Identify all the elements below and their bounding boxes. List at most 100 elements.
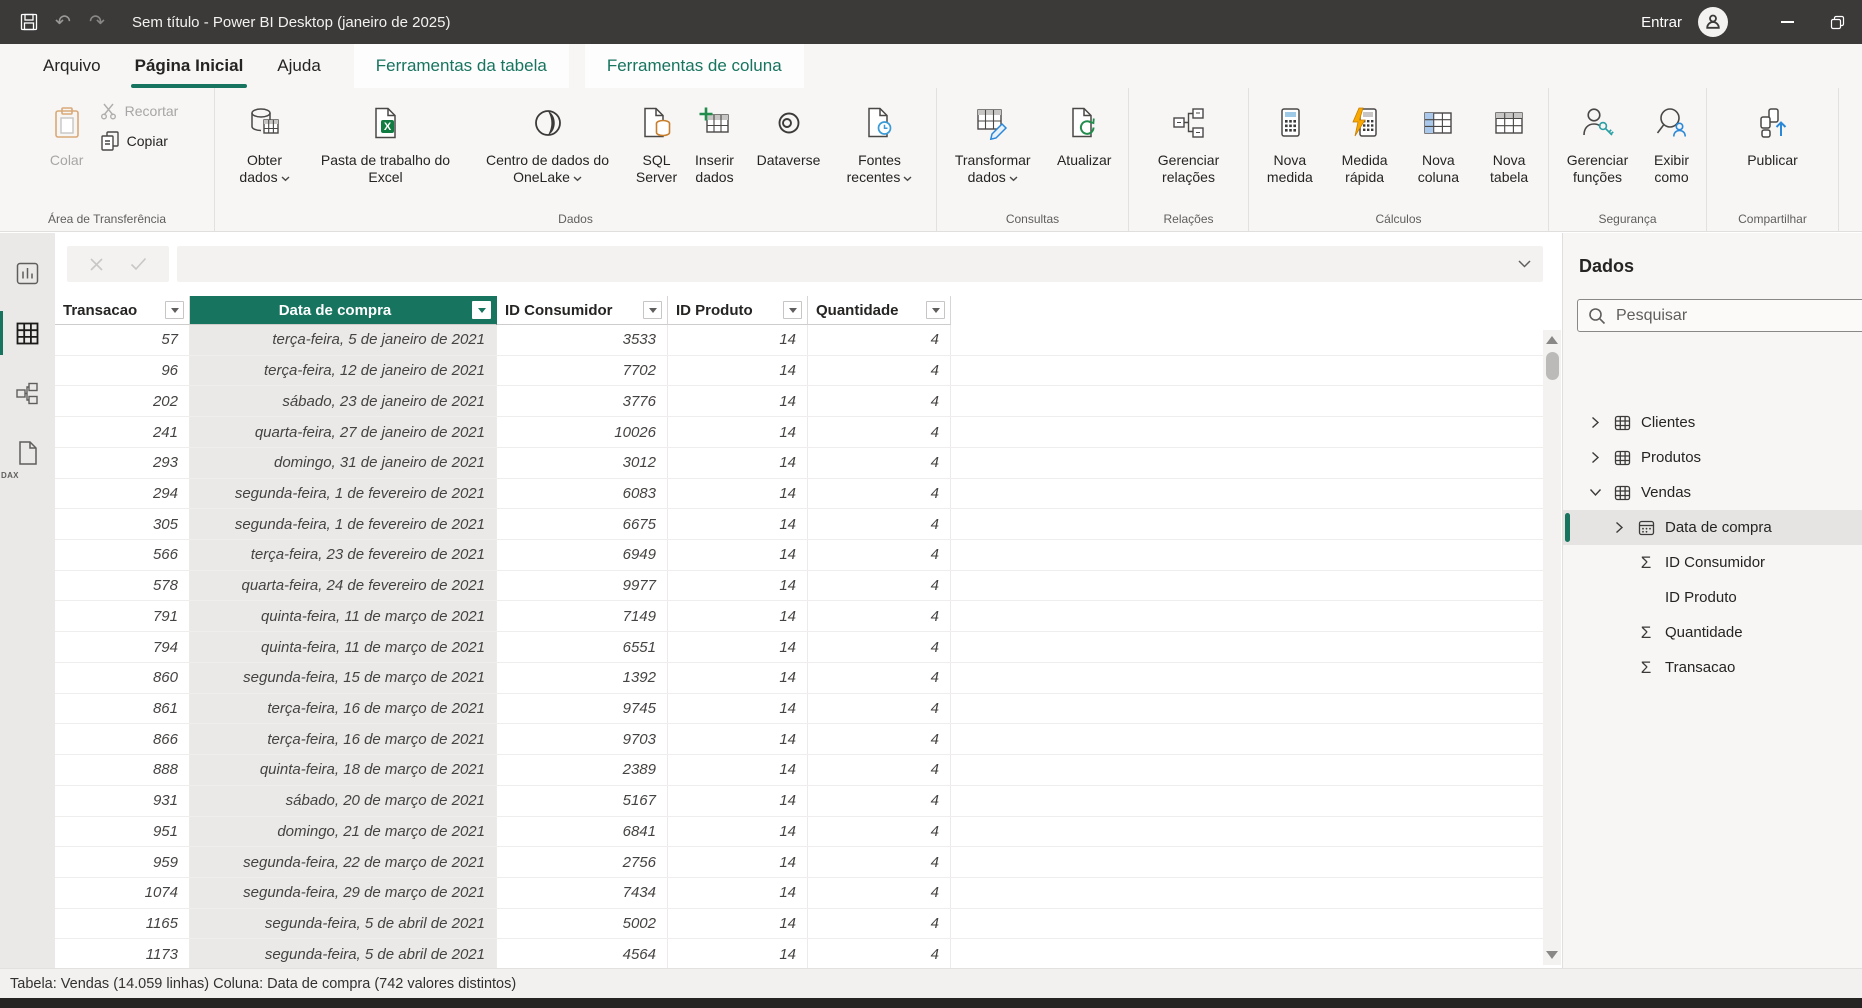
cell-id-consumidor[interactable]: 1392 (497, 662, 668, 693)
cell-data-de-compra[interactable]: segunda-feira, 5 de abril de 2021 (190, 908, 497, 939)
column-header-data-de-compra[interactable]: Data de compra (190, 296, 497, 325)
cell-quantidade[interactable]: 4 (808, 447, 951, 478)
cell-quantidade[interactable]: 4 (808, 601, 951, 632)
recent-sources-button[interactable]: Fontes recentes (834, 96, 926, 187)
cell-quantidade[interactable]: 4 (808, 662, 951, 693)
view-as-button[interactable]: Exibir como (1642, 96, 1702, 187)
cell-id-produto[interactable]: 14 (668, 355, 808, 386)
table-row[interactable]: 293 domingo, 31 de janeiro de 2021 3012 … (55, 447, 1543, 479)
filter-dropdown-button[interactable] (472, 301, 491, 319)
formula-input[interactable] (177, 246, 1543, 282)
manage-relationships-button[interactable]: Gerenciar relações (1141, 96, 1237, 187)
cell-id-consumidor[interactable]: 3533 (497, 325, 668, 355)
table-row[interactable]: 888 quinta-feira, 18 de março de 2021 23… (55, 755, 1543, 786)
cell-quantidade[interactable]: 4 (808, 509, 951, 540)
cell-id-produto[interactable]: 14 (668, 847, 808, 877)
cell-id-produto[interactable]: 14 (668, 755, 808, 785)
cell-quantidade[interactable]: 4 (808, 693, 951, 724)
cell-id-consumidor[interactable]: 6675 (497, 509, 668, 540)
dataverse-button[interactable]: Dataverse (744, 96, 834, 171)
table-row[interactable]: 1074 segunda-feira, 29 de março de 2021 … (55, 877, 1543, 909)
table-row[interactable]: 57 terça-feira, 5 de janeiro de 2021 353… (55, 325, 1543, 356)
search-input[interactable]: Pesquisar (1577, 299, 1862, 332)
cell-id-produto[interactable]: 14 (668, 478, 808, 509)
cell-data-de-compra[interactable]: segunda-feira, 5 de abril de 2021 (190, 939, 497, 968)
redo-button[interactable]: ↷ (80, 0, 114, 44)
cell-data-de-compra[interactable]: segunda-feira, 22 de março de 2021 (190, 847, 497, 877)
cell-quantidade[interactable]: 4 (808, 386, 951, 417)
cell-quantidade[interactable]: 4 (808, 785, 951, 816)
cut-button[interactable]: Recortar (100, 102, 178, 120)
cell-transacao[interactable]: 794 (55, 632, 190, 662)
cell-data-de-compra[interactable]: terça-feira, 16 de março de 2021 (190, 724, 497, 755)
chevron-right-icon[interactable] (1609, 521, 1629, 534)
table-row[interactable]: 931 sábado, 20 de março de 2021 5167 14 … (55, 785, 1543, 817)
cell-transacao[interactable]: 1165 (55, 908, 190, 939)
vertical-scrollbar[interactable] (1543, 330, 1561, 965)
cell-data-de-compra[interactable]: domingo, 31 de janeiro de 2021 (190, 447, 497, 478)
scroll-down-icon[interactable] (1546, 951, 1558, 959)
cell-id-produto[interactable]: 14 (668, 908, 808, 939)
cell-id-produto[interactable]: 14 (668, 386, 808, 417)
filter-dropdown-button[interactable] (783, 301, 802, 319)
cell-id-consumidor[interactable]: 3776 (497, 386, 668, 417)
cell-transacao[interactable]: 293 (55, 447, 190, 478)
cell-data-de-compra[interactable]: terça-feira, 23 de fevereiro de 2021 (190, 540, 497, 570)
filter-dropdown-button[interactable] (926, 301, 945, 319)
minimize-button[interactable] (1762, 0, 1812, 44)
field-item-data-de-compra[interactable]: Data de compra (1563, 510, 1862, 545)
cell-id-consumidor[interactable]: 2756 (497, 847, 668, 877)
table-row[interactable]: 305 segunda-feira, 1 de fevereiro de 202… (55, 509, 1543, 541)
save-button[interactable] (12, 0, 46, 44)
table-row[interactable]: 241 quarta-feira, 27 de janeiro de 2021 … (55, 417, 1543, 448)
cell-id-consumidor[interactable]: 7434 (497, 877, 668, 908)
cell-data-de-compra[interactable]: quinta-feira, 18 de março de 2021 (190, 755, 497, 785)
cell-id-consumidor[interactable]: 6551 (497, 632, 668, 662)
cell-id-produto[interactable]: 14 (668, 447, 808, 478)
cell-data-de-compra[interactable]: segunda-feira, 29 de março de 2021 (190, 877, 497, 908)
cell-id-consumidor[interactable]: 9703 (497, 724, 668, 755)
cell-id-consumidor[interactable]: 2389 (497, 755, 668, 785)
cell-quantidade[interactable]: 4 (808, 355, 951, 386)
restore-button[interactable] (1812, 0, 1862, 44)
field-item-quantidade[interactable]: Σ Quantidade (1563, 615, 1862, 650)
table-row[interactable]: 1165 segunda-feira, 5 de abril de 2021 5… (55, 908, 1543, 940)
cell-quantidade[interactable]: 4 (808, 632, 951, 662)
undo-button[interactable]: ↶ (46, 0, 80, 44)
cell-transacao[interactable]: 888 (55, 755, 190, 785)
cell-transacao[interactable]: 305 (55, 509, 190, 540)
sql-server-button[interactable]: SQL Server (628, 96, 686, 187)
cell-transacao[interactable]: 96 (55, 355, 190, 386)
cell-quantidade[interactable]: 4 (808, 939, 951, 968)
cell-id-produto[interactable]: 14 (668, 509, 808, 540)
table-row[interactable]: 959 segunda-feira, 22 de março de 2021 2… (55, 847, 1543, 878)
cell-transacao[interactable]: 566 (55, 540, 190, 570)
cell-quantidade[interactable]: 4 (808, 877, 951, 908)
cell-transacao[interactable]: 294 (55, 478, 190, 509)
enter-data-button[interactable]: Inserir dados (686, 96, 744, 187)
copy-button[interactable]: Copiar (100, 130, 179, 152)
column-header-transacao[interactable]: Transacao (55, 296, 190, 325)
cell-id-consumidor[interactable]: 4564 (497, 939, 668, 968)
filter-dropdown-button[interactable] (165, 301, 184, 319)
quick-measure-button[interactable]: Medida rápida (1327, 96, 1403, 187)
new-column-button[interactable]: Nova coluna (1402, 96, 1474, 187)
cell-data-de-compra[interactable]: segunda-feira, 1 de fevereiro de 2021 (190, 478, 497, 509)
table-row[interactable]: 866 terça-feira, 16 de março de 2021 970… (55, 724, 1543, 756)
cell-id-consumidor[interactable]: 6083 (497, 478, 668, 509)
cell-id-consumidor[interactable]: 6949 (497, 540, 668, 570)
cell-id-produto[interactable]: 14 (668, 785, 808, 816)
cell-transacao[interactable]: 791 (55, 601, 190, 632)
manage-roles-button[interactable]: Gerenciar funções (1554, 96, 1642, 187)
cell-quantidade[interactable]: 4 (808, 478, 951, 509)
cell-id-produto[interactable]: 14 (668, 816, 808, 847)
cell-transacao[interactable]: 578 (55, 570, 190, 601)
onelake-button[interactable]: Centro de dados do OneLake (468, 96, 628, 187)
column-header-id-produto[interactable]: ID Produto (668, 296, 808, 325)
cell-id-consumidor[interactable]: 9977 (497, 570, 668, 601)
cell-id-produto[interactable]: 14 (668, 570, 808, 601)
table-row[interactable]: 202 sábado, 23 de janeiro de 2021 3776 1… (55, 386, 1543, 418)
tab-pagina-inicial[interactable]: Página Inicial (118, 44, 261, 88)
filter-dropdown-button[interactable] (643, 301, 662, 319)
column-header-quantidade[interactable]: Quantidade (808, 296, 951, 325)
